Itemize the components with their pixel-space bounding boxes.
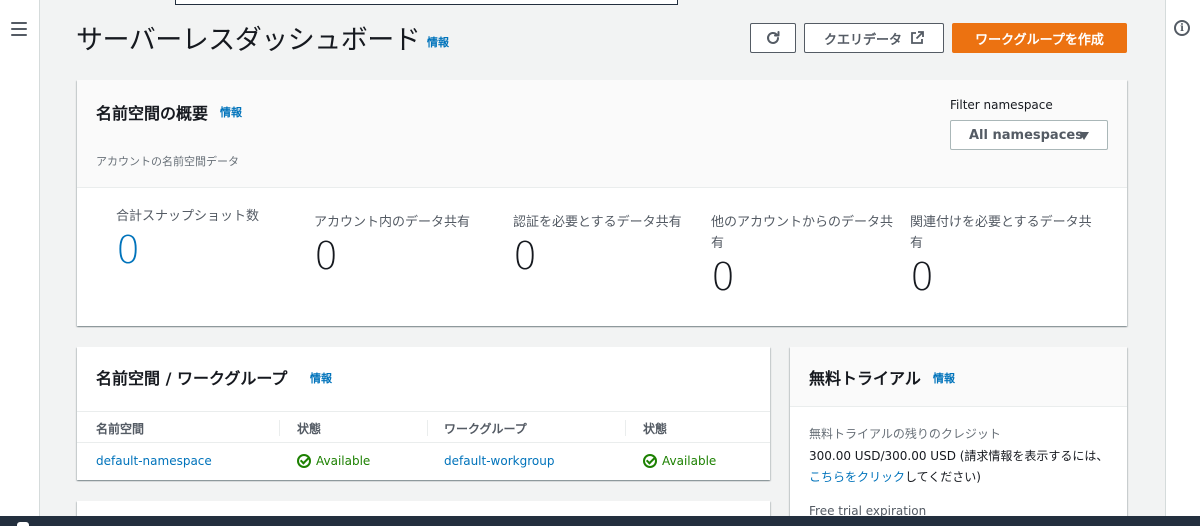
metric-total-snapshots: 合計スナップショット数 0 [116,206,306,270]
overview-description: アカウントの名前空間データ [96,155,239,168]
metric-association-required-datashares: 関連付けを必要とするデータ共有 0 [910,212,1100,297]
namespaces-info-link[interactable]: 情報 [310,370,332,386]
metric-label: 認証を必要とするデータ共有 [513,215,682,230]
column-header-workgroup-status[interactable]: 状態 [643,420,667,437]
page-title: サーバーレスダッシュボード [76,25,421,56]
browser-tab-edge [175,0,678,5]
workgroup-status: Available [643,454,716,468]
top-edge [0,0,1200,6]
metric-value: 0 [910,255,935,299]
caret-down-icon [1079,132,1089,140]
free-trial-info-link[interactable]: 情報 [933,370,955,386]
metric-label: 関連付けを必要とするデータ共有 [910,215,1092,251]
left-navigation-rail [0,0,40,516]
metric-value: 0 [513,234,538,278]
taskbar-icon[interactable] [17,522,29,526]
table-row: default-namespace Available default-work… [77,444,770,480]
info-circle-icon[interactable]: i [1174,20,1190,36]
free-trial-header: 無料トライアル 情報 [790,347,1127,407]
free-trial-credit: 300.00 USD/300.00 USD (請求情報を表示するには、こちらをク… [809,446,1109,488]
metric-other-account-datashares: 他のアカウントからのデータ共有 0 [711,212,901,297]
query-data-label: クエリデータ [823,32,902,48]
namespace-link[interactable]: default-namespace [96,454,212,468]
free-trial-credit-label: 無料トライアルの残りのクレジット [809,427,1001,441]
workgroup-link[interactable]: default-workgroup [444,454,554,468]
namespaces-title: 名前空間 / ワークグループ [96,369,288,388]
metric-value: 0 [711,255,736,299]
bottom-taskbar [0,516,1200,526]
filter-namespace-label: Filter namespace [950,98,1053,112]
column-header-namespace-status[interactable]: 状態 [297,420,321,437]
metric-value-link[interactable]: 0 [116,230,306,270]
create-workgroup-button[interactable]: ワークグループを作成 [952,23,1127,53]
hamburger-menu-icon[interactable] [11,22,27,36]
namespace-status-text: Available [316,454,371,468]
filter-namespace-value: All namespaces [969,127,1083,143]
overview-header: 名前空間の概要 情報 アカウントの名前空間データ Filter namespac… [77,80,1127,188]
column-divider[interactable] [427,420,428,436]
check-circle-icon [643,454,657,468]
free-trial-card: 無料トライアル 情報 無料トライアルの残りのクレジット 300.00 USD/3… [790,347,1127,522]
billing-info-link[interactable]: こちらをクリック [809,470,905,484]
column-header-namespace[interactable]: 名前空間 [96,420,144,437]
namespace-overview-card: 名前空間の概要 情報 アカウントの名前空間データ Filter namespac… [77,80,1127,326]
overview-title: 名前空間の概要 [96,104,209,123]
refresh-icon [767,31,780,44]
metric-label: 他のアカウントからのデータ共有 [711,215,894,251]
column-divider[interactable] [625,420,626,436]
free-trial-credit-text: 300.00 USD/300.00 USD (請求情報を表示するには、 [809,449,1109,463]
filter-namespace-select[interactable]: All namespaces [950,120,1108,150]
right-tools-rail: i [1165,0,1200,516]
metric-value: 0 [314,234,339,278]
metric-account-datashares: アカウント内のデータ共有 0 [314,212,504,276]
refresh-button[interactable] [750,23,796,53]
namespace-status: Available [297,454,370,468]
external-link-icon [911,31,924,44]
namespaces-workgroups-card: 名前空間 / ワークグループ 情報 名前空間 状態 ワークグループ 状態 def… [77,347,770,480]
workgroup-status-text: Available [662,454,717,468]
page-title-info-link[interactable]: 情報 [427,34,449,50]
metric-auth-required-datashares: 認証を必要とするデータ共有 0 [513,212,703,276]
metric-label: アカウント内のデータ共有 [314,215,471,230]
check-circle-icon [297,454,311,468]
free-trial-credit-suffix: してください) [905,470,981,484]
table-header: 名前空間 状態 ワークグループ 状態 [77,411,770,443]
free-trial-title: 無料トライアル [809,369,921,388]
column-header-workgroup[interactable]: ワークグループ [444,420,527,437]
column-divider[interactable] [279,420,280,436]
overview-info-link[interactable]: 情報 [220,104,242,120]
metric-label: 合計スナップショット数 [116,209,260,224]
query-data-button[interactable]: クエリデータ [804,23,944,53]
